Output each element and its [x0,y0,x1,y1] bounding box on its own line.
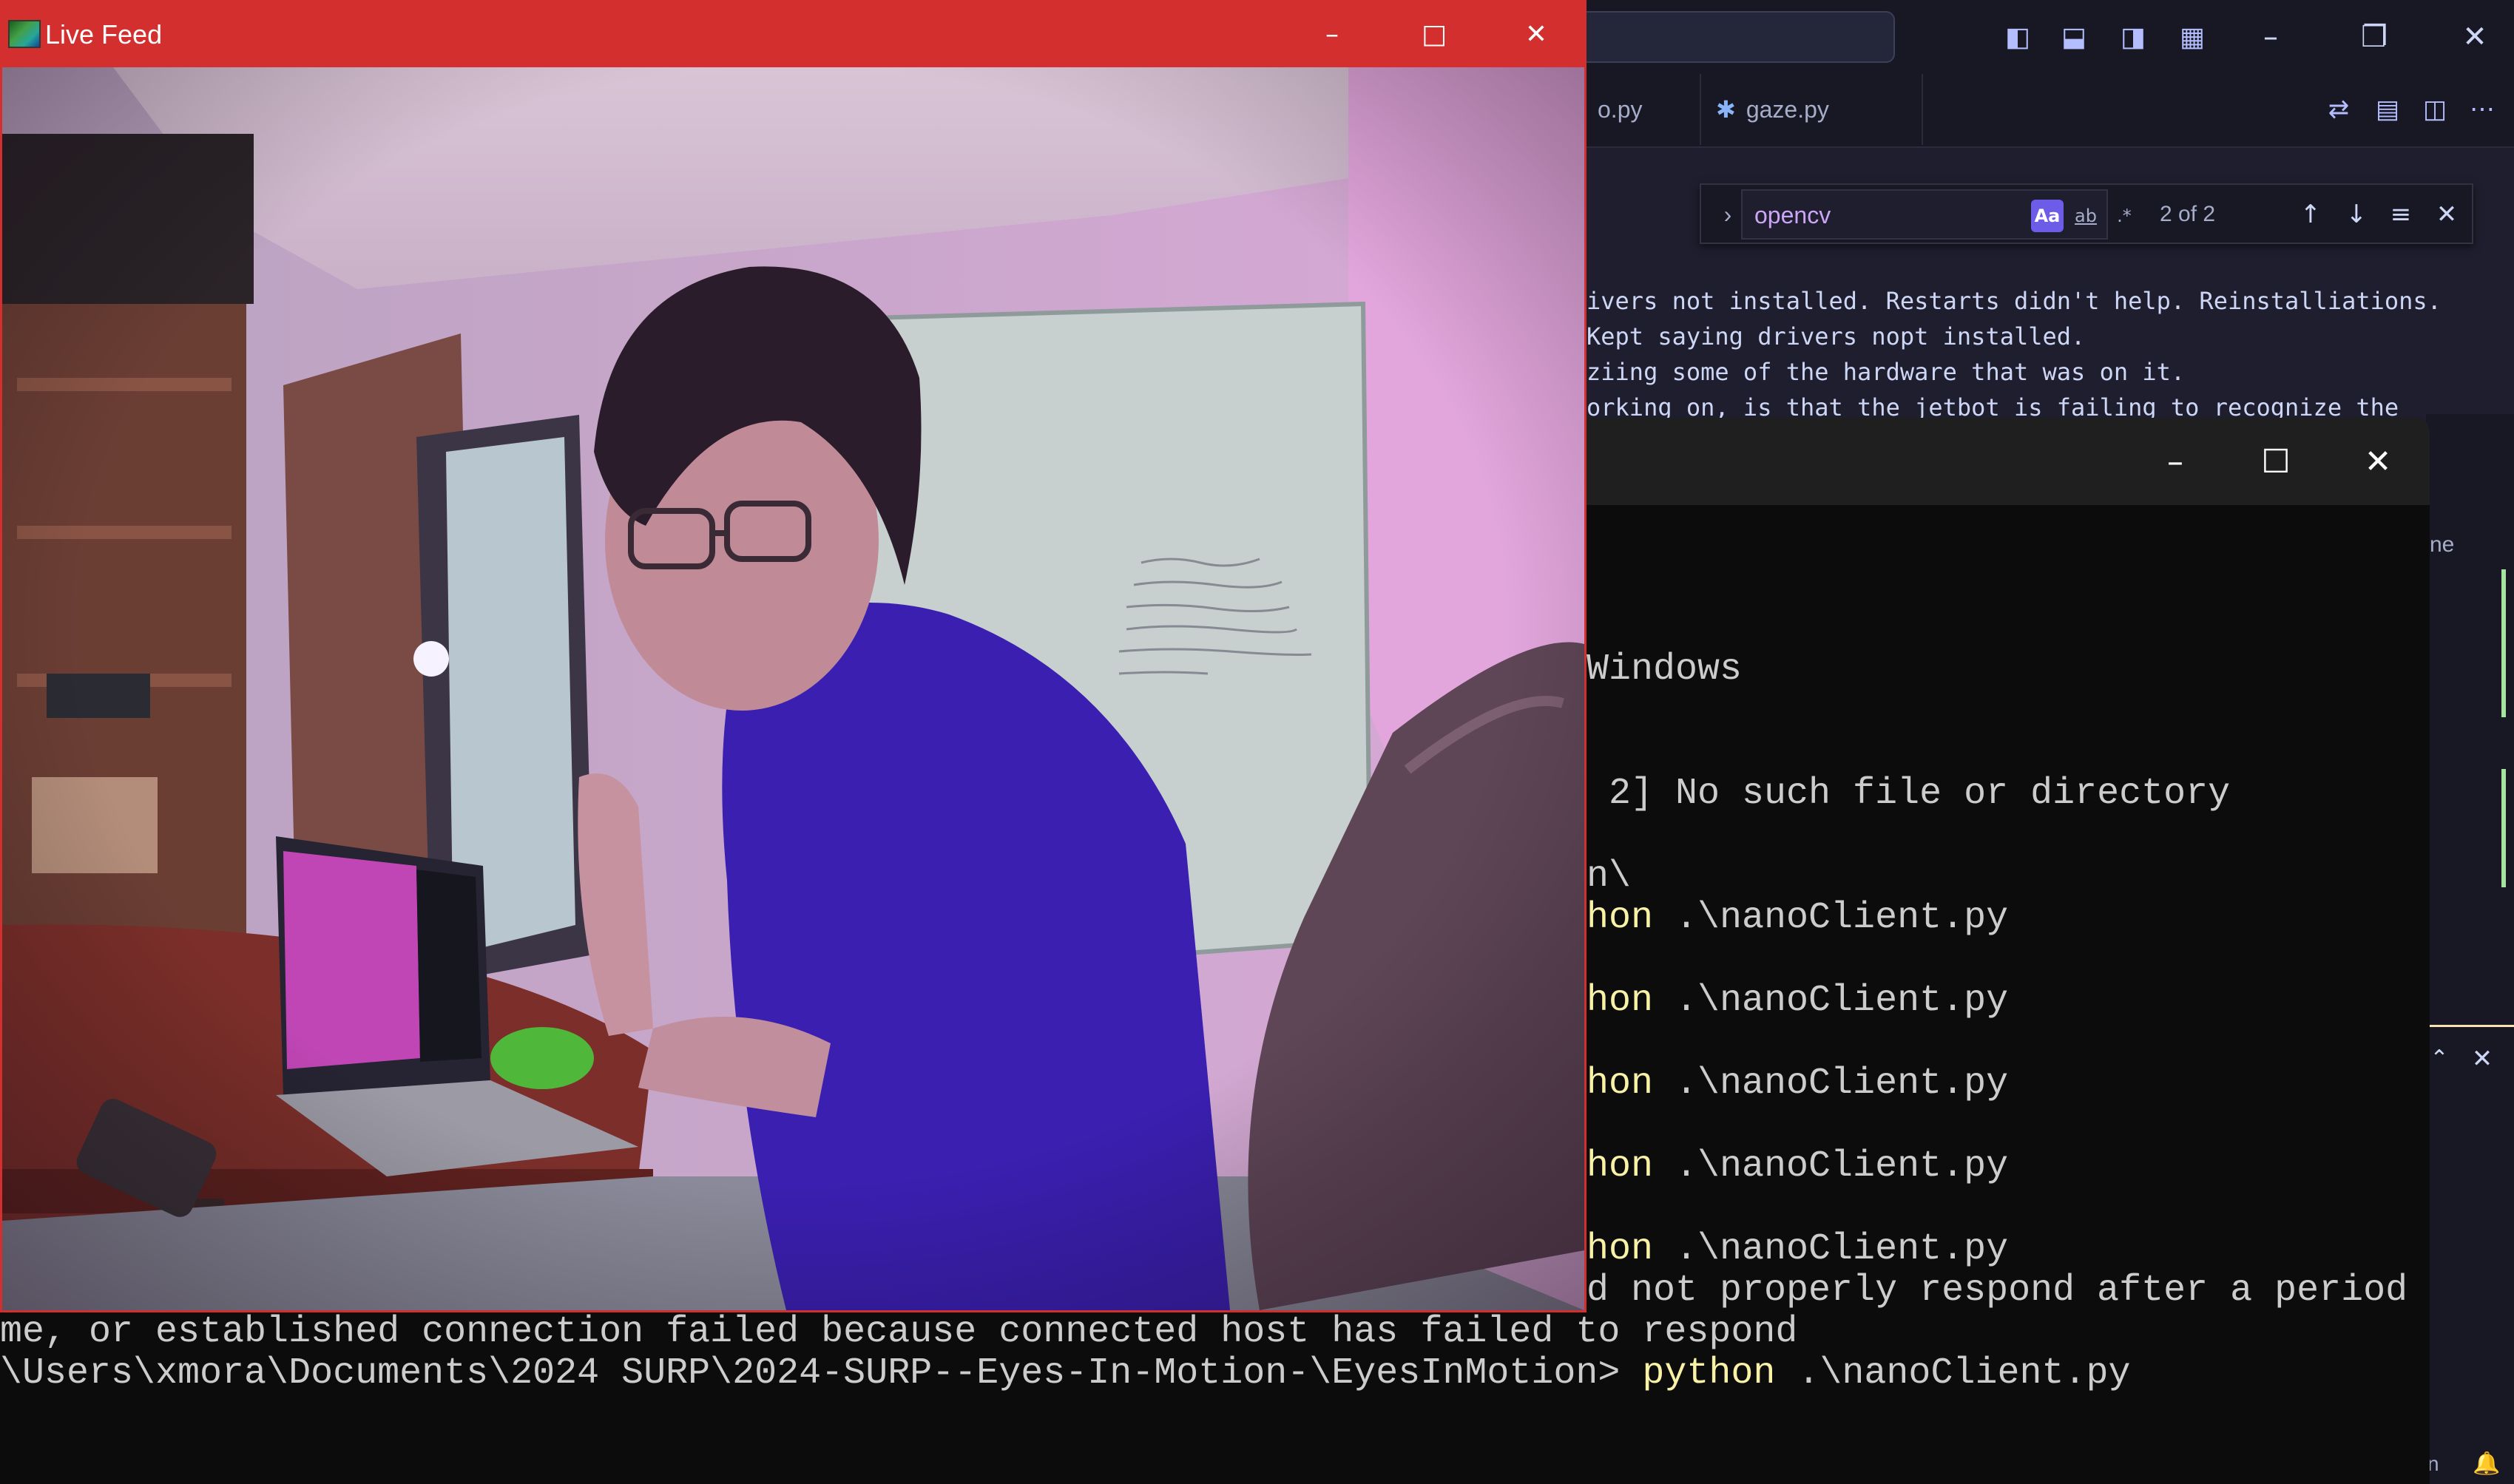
live-feed-titlebar[interactable]: Live Feed – □ ✕ [2,2,1584,67]
terminal-maximize-button[interactable]: ☐ [2243,433,2309,492]
find-match-count: 2 of 2 [2160,202,2216,226]
camera-frame-illustration [2,67,1584,1310]
terminal-line: hon .\nanoClient.py [1587,1063,2009,1105]
tab-gaze-py[interactable]: ✱ gaze.py [1701,74,1923,145]
vscode-minimize-button[interactable]: – [2234,13,2308,61]
live-feed-close-button[interactable]: ✕ [1499,13,1573,57]
compare-changes-icon[interactable]: ⇄ [2322,93,2355,126]
previous-match-icon[interactable]: ↑ [2294,198,2327,231]
find-in-selection-icon[interactable]: ≡ [2385,198,2417,231]
terminal-line: d not properly respond after a period [1587,1270,2408,1312]
find-input[interactable] [1753,198,1993,232]
live-feed-minimize-button[interactable]: – [1295,13,1369,57]
terminal-line: n\ [1587,855,1632,898]
python-file-icon: ✱ [1716,96,1736,123]
tab-label: o.py [1598,96,1643,123]
command-center-search[interactable] [1575,11,1895,63]
vscode-restore-button[interactable]: ❐ [2337,13,2411,61]
terminal-line: 2] No such file or directory [1587,773,2231,815]
split-editor-icon[interactable]: ◫ [2419,93,2451,126]
terminal-line: hon .\nanoClient.py [1587,1228,2009,1270]
vscode-close-button[interactable]: ✕ [2438,13,2512,61]
live-feed-window[interactable]: Live Feed – □ ✕ [0,0,1587,1312]
match-whole-word-toggle[interactable]: ab [2069,200,2102,232]
toggle-secondary-sidebar-icon[interactable]: ◨ [2117,21,2149,53]
terminal-minimize-button[interactable]: – [2142,433,2209,492]
use-regex-toggle[interactable]: .* [2108,200,2140,232]
customize-layout-icon[interactable]: ▦ [2176,21,2209,53]
app-icon [8,20,41,48]
live-feed-maximize-button[interactable]: □ [1397,13,1471,57]
close-panel-icon[interactable]: ✕ [2467,1044,2497,1074]
find-widget: › Aa ab .* 2 of 2 ↑ ↓ ≡ ✕ [1700,183,2473,244]
more-actions-icon[interactable]: ⋯ [2466,93,2498,126]
terminal-close-button[interactable]: ✕ [2345,433,2411,492]
close-find-icon[interactable]: ✕ [2430,198,2463,231]
editor-line: Kept saying drivers nopt installed. [1587,322,2086,350]
scrollbar-marker [2501,769,2506,887]
camera-feed-image [2,67,1584,1310]
toggle-panel-icon[interactable]: ⬓ [2058,21,2090,53]
terminal-line: hon .\nanoClient.py [1587,980,2009,1022]
open-preview-icon[interactable]: ▤ [2371,93,2404,126]
terminal-line: me, or established connection failed bec… [0,1311,1798,1353]
notifications-bell-icon[interactable]: 🔔 [2472,1451,2501,1480]
terminal-prompt-line[interactable]: \Users\xmora\Documents\2024 SURP\2024-SU… [0,1353,2130,1395]
tab-partial-py[interactable]: o.py [1583,74,1701,145]
next-match-icon[interactable]: ↓ [2340,198,2373,231]
terminal-line: Windows [1587,648,1743,691]
find-input-box: Aa ab .* [1741,189,2132,240]
match-case-toggle[interactable]: Aa [2031,200,2064,232]
editor-line: ziing some of the hardware that was on i… [1587,358,2186,386]
toggle-replace-chevron-icon[interactable]: › [1713,198,1743,231]
panel-sash[interactable] [2426,1025,2514,1027]
secondary-panel-text: ne [2430,532,2455,557]
terminal-line: hon .\nanoClient.py [1587,897,2009,939]
terminal-line: hon .\nanoClient.py [1587,1145,2009,1187]
toggle-primary-sidebar-icon[interactable]: ◧ [2001,21,2034,53]
scrollbar-marker [2501,569,2506,717]
editor-line: ivers not installed. Restarts didn't hel… [1587,287,2442,315]
tab-label: gaze.py [1746,96,1829,123]
window-title: Live Feed [45,19,163,50]
